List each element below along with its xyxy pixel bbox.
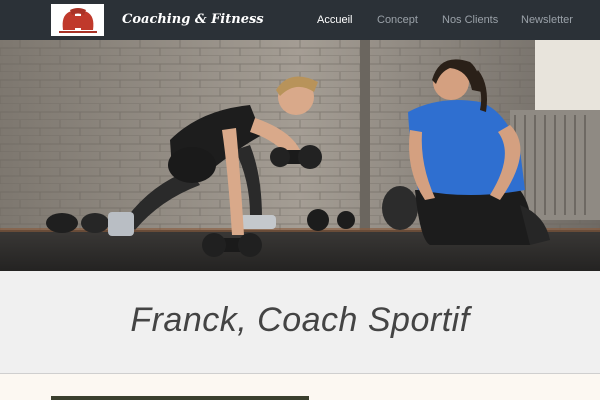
content-image-top-edge xyxy=(51,396,309,400)
brand-name[interactable]: Coaching & Fitness xyxy=(122,12,264,27)
hero-image xyxy=(0,40,600,271)
logo[interactable] xyxy=(51,4,104,36)
top-navbar: Coaching & Fitness Accueil Concept Nos C… xyxy=(0,0,600,40)
nav-link-nos-clients[interactable]: Nos Clients xyxy=(442,14,498,26)
content-section xyxy=(0,374,600,400)
title-section: Franck, Coach Sportif xyxy=(0,271,600,374)
nav-link-accueil[interactable]: Accueil xyxy=(317,14,352,26)
nav-link-newsletter[interactable]: Newsletter xyxy=(521,14,573,26)
nav-link-concept[interactable]: Concept xyxy=(377,14,418,26)
spartan-helmet-icon xyxy=(58,8,97,33)
page-title: Franck, Coach Sportif xyxy=(130,301,470,339)
